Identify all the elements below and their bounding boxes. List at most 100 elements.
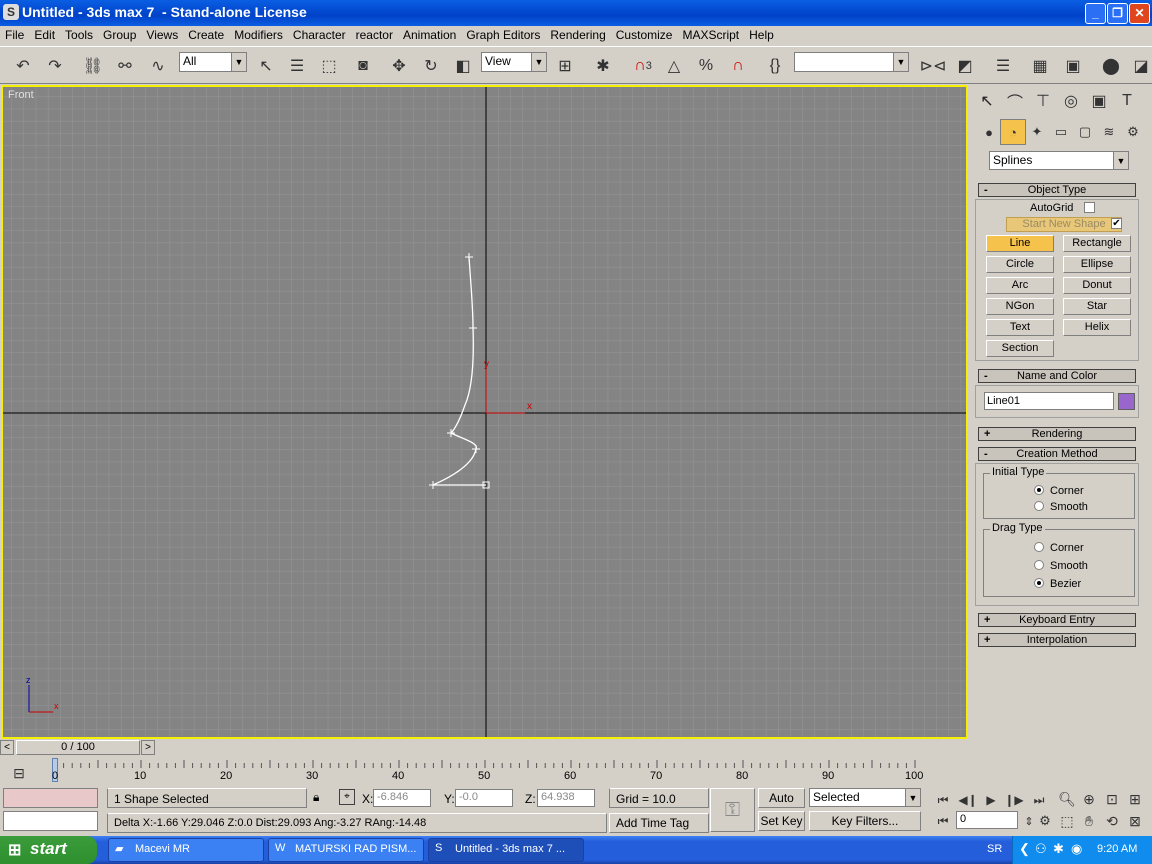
lock-icon[interactable]: 🔒︎	[313, 790, 319, 805]
set-key-big-icon[interactable]: ⚿	[710, 788, 755, 832]
task-word-document[interactable]: W MATURSKI RAD PISM...	[268, 838, 424, 862]
creation-method-rollout[interactable]: - Creation Method	[978, 447, 1136, 461]
systems-category-icon[interactable]: ⚙	[1120, 119, 1146, 145]
spinner-snap-icon[interactable]: ∩	[725, 53, 751, 79]
menu-file[interactable]: File	[0, 26, 29, 42]
chevron-right-icon[interactable]: >	[141, 740, 155, 755]
pivot-point-icon[interactable]: ⊞	[552, 53, 578, 79]
reference-coordinate-dropdown[interactable]: View ▼	[481, 52, 547, 72]
drag-bezier-radio[interactable]: Bezier	[1034, 578, 1081, 590]
app-icon[interactable]: S	[3, 4, 19, 20]
key-mode-dropdown[interactable]: Selected ▼	[809, 788, 921, 807]
select-by-name-icon[interactable]: ☰	[284, 53, 310, 79]
select-and-move-icon[interactable]: ✥	[386, 53, 412, 79]
rendering-rollout[interactable]: + Rendering	[978, 427, 1136, 441]
security-icon[interactable]: ◉	[1071, 841, 1082, 857]
maxscript-listener-mini[interactable]	[3, 788, 98, 808]
rectangle-button[interactable]: Rectangle	[1063, 235, 1131, 252]
ngon-button[interactable]: NGon	[986, 298, 1054, 315]
ellipse-button[interactable]: Ellipse	[1063, 256, 1131, 273]
snap-toggle-icon[interactable]: ∩ 3	[628, 53, 658, 79]
front-viewport[interactable]: x y z x Front	[1, 85, 968, 739]
angle-snap-icon[interactable]: △	[661, 53, 687, 79]
absolute-mode-icon[interactable]: ⌖	[339, 789, 355, 805]
menu-reactor[interactable]: reactor	[351, 26, 398, 42]
space-warps-category-icon[interactable]: ≋	[1096, 119, 1122, 145]
align-icon[interactable]: ◩	[952, 53, 978, 79]
tray-arrow-icon[interactable]: ❮	[1019, 841, 1030, 857]
maxscript-input[interactable]	[3, 811, 98, 831]
add-time-tag-button[interactable]: Add Time Tag	[609, 813, 709, 833]
track-bar[interactable]: ⊟ 0 10 20 30 40 50 60 70 80 90 100	[0, 758, 970, 786]
curve-editor-icon[interactable]: ▦	[1027, 53, 1053, 79]
unlink-selection-icon[interactable]: ⚯	[112, 53, 138, 79]
layer-manager-icon[interactable]: ☰	[990, 53, 1016, 79]
object-category-dropdown[interactable]: Splines ▼	[989, 151, 1129, 170]
interpolation-rollout[interactable]: + Interpolation	[978, 633, 1136, 647]
helix-button[interactable]: Helix	[1063, 319, 1131, 336]
menu-help[interactable]: Help	[744, 26, 779, 42]
display-tab-icon[interactable]: ▣	[1086, 88, 1112, 114]
time-slider-thumb[interactable]: 0 / 100	[16, 740, 140, 755]
percent-snap-icon[interactable]: %	[693, 53, 719, 79]
chevron-left-icon[interactable]: <	[0, 740, 14, 755]
geometry-category-icon[interactable]: ●	[976, 119, 1002, 145]
mini-curve-editor-icon[interactable]: ⊟	[6, 760, 32, 786]
rectangular-selection-icon[interactable]: ⬚	[316, 53, 342, 79]
initial-corner-radio[interactable]: Corner	[1034, 485, 1084, 497]
drag-corner-radio[interactable]: Corner	[1034, 542, 1084, 554]
start-button[interactable]: ⊞ start	[0, 836, 97, 864]
undo-icon[interactable]: ↶	[10, 53, 36, 79]
motion-tab-icon[interactable]: ◎	[1058, 88, 1084, 114]
menu-animation[interactable]: Animation	[398, 26, 461, 42]
language-indicator[interactable]: SR	[987, 843, 1002, 855]
keyboard-entry-rollout[interactable]: + Keyboard Entry	[978, 613, 1136, 627]
z-coordinate-field[interactable]: 64.938	[537, 789, 595, 807]
arc-button[interactable]: Arc	[986, 277, 1054, 294]
redo-icon[interactable]: ↷	[42, 53, 68, 79]
task-3ds-max[interactable]: S Untitled - 3ds max 7 ...	[428, 838, 584, 862]
select-and-link-icon[interactable]: ⛓	[80, 53, 106, 79]
start-new-shape-button[interactable]: Start New Shape	[1006, 217, 1122, 232]
drag-smooth-radio[interactable]: Smooth	[1034, 560, 1088, 572]
menu-graph-editors[interactable]: Graph Editors	[461, 26, 545, 42]
window-crossing-icon[interactable]: ◙	[350, 53, 376, 79]
key-filters-button[interactable]: Key Filters...	[809, 811, 921, 831]
menu-maxscript[interactable]: MAXScript	[677, 26, 744, 42]
select-object-icon[interactable]: ↖	[253, 53, 279, 79]
menu-character[interactable]: Character	[288, 26, 351, 42]
minimize-button[interactable]: _	[1085, 3, 1106, 24]
text-button[interactable]: Text	[986, 319, 1054, 336]
donut-button[interactable]: Donut	[1063, 277, 1131, 294]
select-and-scale-icon[interactable]: ◧	[450, 53, 476, 79]
menu-views[interactable]: Views	[141, 26, 183, 42]
y-coordinate-field[interactable]: -0.0	[455, 789, 513, 807]
edit-named-selections-icon[interactable]: {}	[762, 53, 788, 79]
maximize-viewport-icon[interactable]: ⊠	[1122, 808, 1148, 834]
menu-modifiers[interactable]: Modifiers	[229, 26, 288, 42]
lights-category-icon[interactable]: ✦	[1024, 119, 1050, 145]
initial-smooth-radio[interactable]: Smooth	[1034, 501, 1088, 513]
menu-rendering[interactable]: Rendering	[545, 26, 610, 42]
hierarchy-tab-icon[interactable]: ⊤	[1030, 88, 1056, 114]
material-editor-icon[interactable]: ⬤	[1098, 53, 1124, 79]
create-tab-icon[interactable]: ↖	[974, 88, 1000, 114]
circle-button[interactable]: Circle	[986, 256, 1054, 273]
network-icon[interactable]: ⚇	[1035, 841, 1047, 857]
current-frame-field[interactable]: 0	[956, 811, 1018, 829]
close-button[interactable]: ✕	[1129, 3, 1150, 24]
bluetooth-icon[interactable]: ✱	[1053, 841, 1064, 857]
menu-edit[interactable]: Edit	[29, 26, 60, 42]
cameras-category-icon[interactable]: ▭	[1048, 119, 1074, 145]
select-and-rotate-icon[interactable]: ↻	[418, 53, 444, 79]
autogrid-checkbox[interactable]	[1084, 202, 1095, 213]
section-button[interactable]: Section	[986, 340, 1054, 357]
x-coordinate-field[interactable]: -6.846	[373, 789, 431, 807]
selection-filter-dropdown[interactable]: All ▼	[179, 52, 247, 72]
menu-group[interactable]: Group	[98, 26, 141, 42]
schematic-view-icon[interactable]: ▣	[1060, 53, 1086, 79]
render-scene-icon[interactable]: ◪	[1128, 53, 1152, 79]
mirror-icon[interactable]: ⊳⊲	[920, 53, 947, 79]
task-macevi-mr[interactable]: ▰ Macevi MR	[108, 838, 264, 862]
named-selection-sets-dropdown[interactable]: ▼	[794, 52, 909, 72]
